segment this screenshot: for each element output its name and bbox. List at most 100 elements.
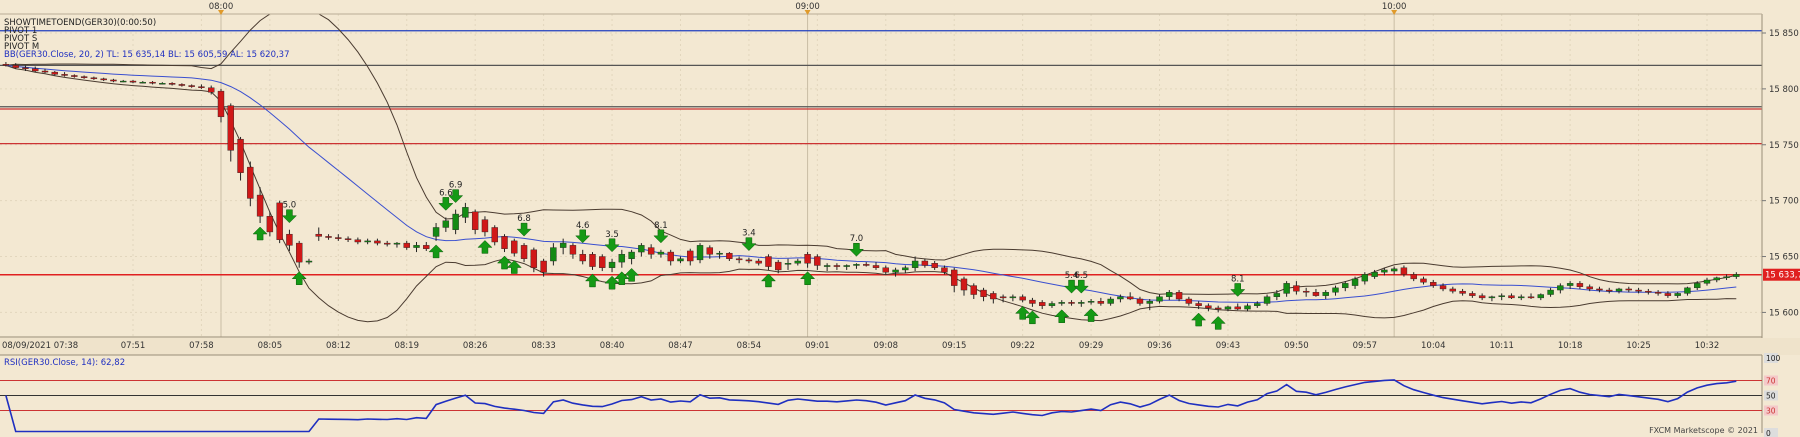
candle-body [677, 258, 684, 262]
candle-body [305, 260, 313, 263]
candle-body [618, 254, 626, 263]
candle-body [32, 68, 39, 72]
candle-body [462, 207, 469, 218]
candle-body [1508, 295, 1515, 299]
candle-body [951, 269, 958, 286]
signal-label: 6.5 [1075, 271, 1089, 281]
legend-line: BB(GER30.Close, 20, 2) TL: 15 635,14 BL:… [4, 50, 290, 60]
signal-label: 6.9 [449, 181, 463, 191]
candle-body [1302, 290, 1310, 293]
candle-body [1342, 283, 1349, 289]
candle-body [1733, 274, 1740, 277]
candle-body [1410, 274, 1417, 280]
candle-body [168, 83, 176, 85]
candle-body [1136, 298, 1144, 304]
candle-body [823, 265, 831, 267]
candle-body [1694, 283, 1701, 289]
x-tick-label: 09:29 [1079, 341, 1104, 351]
candle-body [628, 251, 635, 259]
candle-body [1146, 301, 1153, 304]
candle-body [902, 267, 909, 271]
x-tick-label: 08:54 [737, 341, 762, 351]
y-tick-label: 15 850 [1769, 29, 1799, 39]
candle-body [1273, 293, 1281, 297]
candle-body [569, 245, 577, 255]
candle-body [1244, 305, 1251, 310]
x-tick-label: 09:57 [1353, 341, 1378, 351]
candle-body [716, 252, 723, 255]
candle-body [1029, 299, 1036, 304]
candle-body [1527, 296, 1535, 299]
candle-body [41, 70, 49, 73]
candle-body [559, 242, 567, 248]
x-tick-label: 09:43 [1216, 341, 1241, 351]
y-tick-label: 15 600 [1769, 308, 1799, 318]
x-tick-label: 07:51 [121, 341, 146, 351]
candle-body [1400, 267, 1408, 275]
x-tick-label: 08:19 [394, 341, 419, 351]
candle-body [1185, 298, 1193, 304]
candle-body [237, 138, 244, 173]
candle-body [208, 87, 215, 93]
candle-body [872, 265, 880, 268]
candle-body [491, 227, 498, 243]
candle-body [247, 166, 254, 199]
candle-body [1684, 287, 1691, 294]
rsi-legend-label: RSI(GER30.Close, 14): 62,82 [4, 358, 125, 368]
candle-body [481, 219, 489, 233]
price-chart[interactable]: 5.06.66.96.84.63.58.13.47.05.46.5 8.1 07:… [0, 0, 1800, 437]
candle-body [1097, 301, 1105, 304]
candle-body [198, 86, 205, 88]
candle-body [1351, 278, 1359, 286]
candle-body [80, 76, 88, 78]
candle-body [423, 245, 430, 249]
candle-body [1723, 276, 1730, 278]
candle-body [1058, 302, 1065, 304]
candle-body [1586, 286, 1593, 290]
candle-body [100, 78, 107, 81]
x-tick-label: 08:40 [600, 341, 625, 351]
x-tick-label: 08:47 [668, 341, 693, 351]
candle-body [1625, 288, 1632, 291]
candle-body [990, 293, 997, 300]
candle-body [755, 260, 762, 264]
rsi-level-label: 30 [1766, 407, 1776, 416]
candle-body [1488, 296, 1496, 299]
candle-body [911, 260, 919, 268]
candle-body [1332, 287, 1339, 293]
candle-body [921, 260, 929, 266]
rsi-level-label: 0 [1766, 429, 1771, 437]
y-tick-label: 15 700 [1769, 197, 1799, 207]
candle-body [638, 245, 645, 253]
candle-body [1439, 285, 1447, 290]
x-tick-label: 10:18 [1558, 341, 1583, 351]
x-tick-label: 10:11 [1489, 341, 1514, 351]
candle-body [980, 289, 987, 297]
candle-body [1606, 289, 1613, 292]
candle-body [1087, 301, 1095, 303]
candle-body [471, 211, 479, 230]
candle-body [892, 269, 899, 273]
candle-body [1420, 278, 1427, 283]
candle-body [1576, 283, 1584, 287]
candle-body [540, 260, 547, 273]
start-date-label: 08/09/2021 07:38 [2, 341, 78, 351]
candle-body [442, 220, 450, 228]
candle-body [1713, 277, 1720, 281]
candle-body [960, 278, 968, 291]
candle-body [579, 254, 586, 262]
candle-body [374, 240, 381, 244]
signal-label: 6.8 [517, 214, 531, 224]
candle-body [383, 242, 391, 245]
candle-body [550, 247, 557, 262]
candle-body [295, 242, 303, 263]
candle-body [696, 245, 704, 261]
candle-body [1371, 271, 1378, 277]
candle-body [325, 236, 332, 238]
x-tick-label: 10:32 [1695, 341, 1720, 351]
candle-body [51, 71, 58, 75]
top-time-label: 09:00 [795, 2, 820, 12]
x-tick-label: 09:15 [942, 341, 967, 351]
candle-body [1234, 306, 1241, 310]
rsi-level-label: 50 [1766, 392, 1776, 401]
